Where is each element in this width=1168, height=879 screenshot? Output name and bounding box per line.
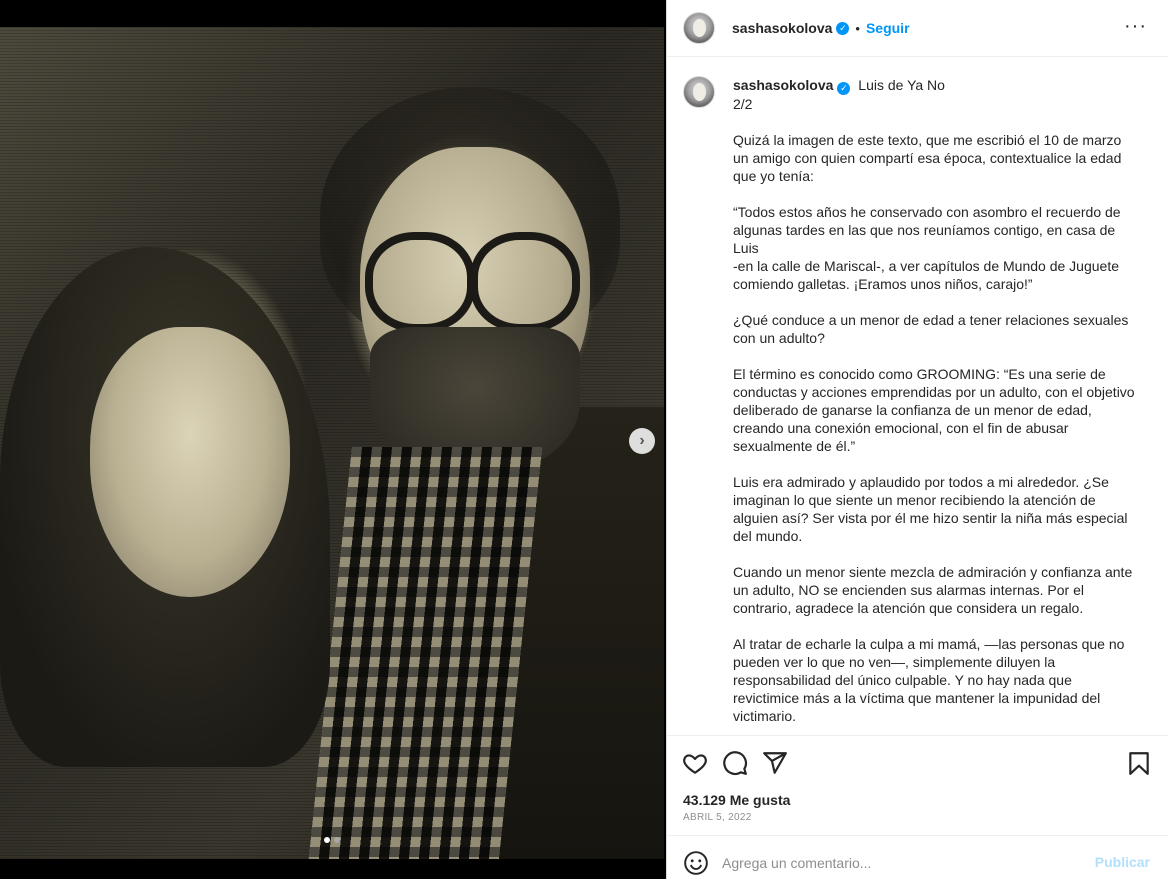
post-photo[interactable]: [0, 27, 664, 859]
username[interactable]: sashasokolova: [732, 20, 832, 36]
caption-text: 2/2 Quizá la imagen de este texto, que m…: [733, 96, 1135, 724]
emoji-icon[interactable]: [683, 850, 709, 876]
separator: •: [855, 20, 860, 36]
next-slide-button[interactable]: ›: [629, 428, 655, 454]
likes-count[interactable]: 43.129 Me gusta: [683, 792, 790, 808]
carousel-dot-active: [324, 837, 330, 843]
comment-icon[interactable]: [722, 750, 748, 776]
post-date[interactable]: ABRIL 5, 2022: [683, 812, 752, 823]
media-area: ›: [0, 0, 666, 879]
share-icon[interactable]: [762, 750, 788, 776]
caption-header: sashasokolova ✓ Luis de Ya No: [733, 77, 945, 95]
caption-title: Luis de Ya No: [858, 77, 945, 93]
carousel-dot: [334, 837, 340, 843]
action-bar: 43.129 Me gusta ABRIL 5, 2022: [667, 735, 1168, 835]
caption-avatar-wrap: [683, 76, 715, 108]
verified-badge-icon: ✓: [837, 82, 851, 95]
follow-button[interactable]: Seguir: [866, 20, 910, 36]
caption-area[interactable]: sashasokolova ✓ Luis de Ya No 2/2 Quizá l…: [667, 58, 1168, 734]
post-panel: sashasokolova ✓ • Seguir ··· sashasokolo…: [666, 0, 1168, 879]
avatar[interactable]: [683, 12, 715, 44]
comment-bar: Publicar: [667, 835, 1168, 879]
post-header: sashasokolova ✓ • Seguir ···: [667, 0, 1168, 57]
photo-detail: [90, 327, 290, 597]
heart-icon[interactable]: [682, 750, 708, 776]
verified-badge-icon: ✓: [836, 21, 850, 35]
avatar[interactable]: [683, 76, 715, 108]
publish-button[interactable]: Publicar: [1095, 854, 1150, 870]
photo-detail: [470, 232, 580, 332]
more-options-icon[interactable]: ···: [1124, 16, 1147, 36]
comment-input[interactable]: [722, 850, 1082, 876]
photo-detail: [365, 232, 475, 332]
chevron-right-icon: ›: [639, 432, 645, 449]
carousel-dots: [324, 837, 340, 843]
bookmark-icon[interactable]: [1126, 750, 1152, 776]
caption-username[interactable]: sashasokolova: [733, 77, 833, 93]
